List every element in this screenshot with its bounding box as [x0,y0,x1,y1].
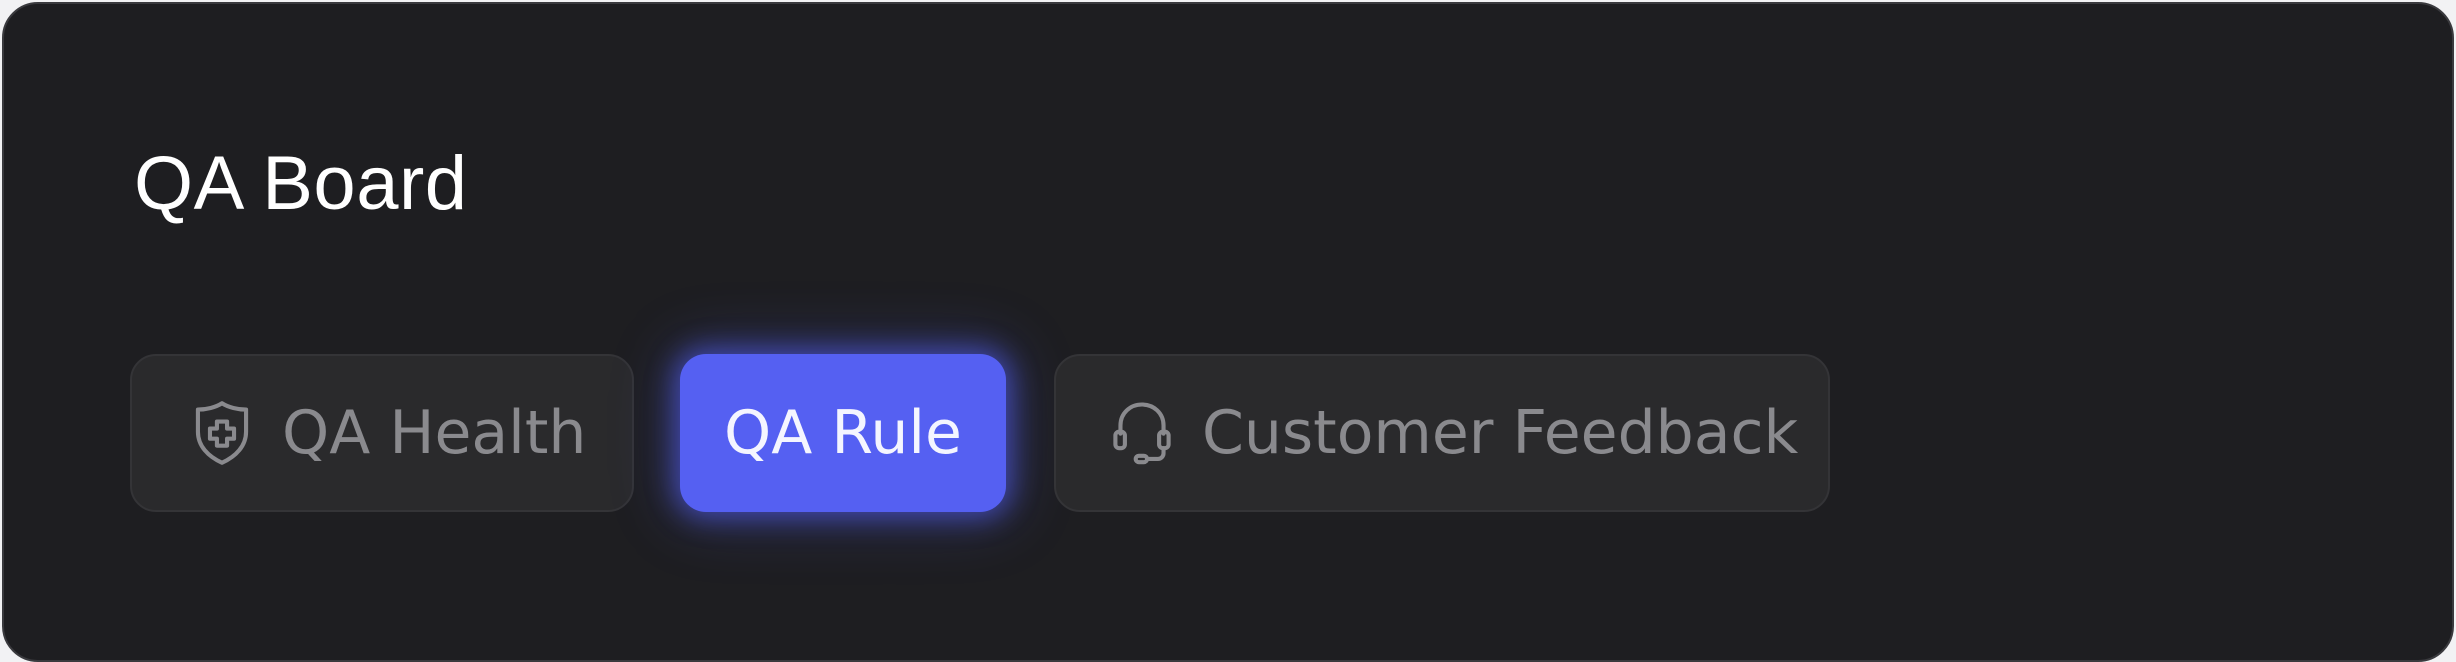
qa-board-panel: QA Board QA Health QA Rule Customer Feed… [2,2,2454,662]
page-title: QA Board [134,141,468,226]
tab-label: QA Rule [724,398,962,468]
headset-icon [1104,395,1180,471]
tab-customer-feedback[interactable]: Customer Feedback [1054,354,1830,512]
tab-label: QA Health [282,398,587,468]
shield-plus-icon [184,395,260,471]
tab-qa-health[interactable]: QA Health [130,354,634,512]
tab-label: Customer Feedback [1202,398,1799,468]
tab-qa-rule[interactable]: QA Rule [680,354,1006,512]
